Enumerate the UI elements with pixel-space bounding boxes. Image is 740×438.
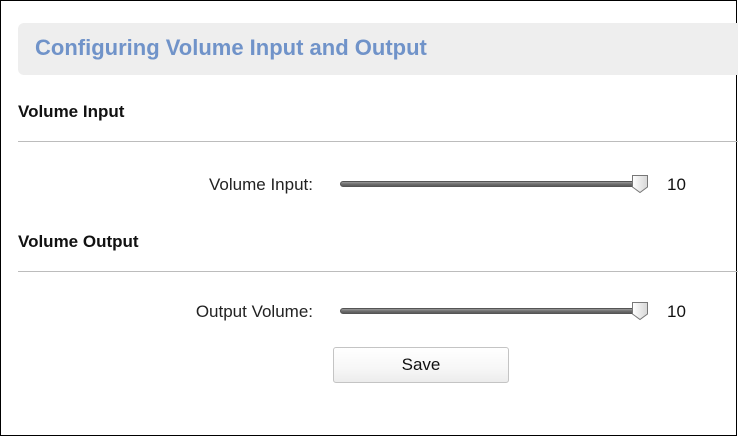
output-volume-label: Output Volume: [195, 302, 313, 321]
slider-track[interactable] [340, 181, 646, 187]
save-button[interactable]: Save [333, 347, 509, 383]
volume-input-slider[interactable] [338, 173, 654, 195]
slider-thumb-icon[interactable] [631, 301, 649, 321]
volume-input-value: 10 [667, 175, 686, 194]
output-volume-slider[interactable] [338, 300, 654, 322]
section-divider [18, 141, 738, 142]
section-title-volume-output: Volume Output [18, 232, 139, 251]
output-volume-value: 10 [667, 302, 686, 321]
slider-track[interactable] [340, 308, 646, 314]
page-header: Configuring Volume Input and Output [18, 23, 738, 75]
volume-input-label: Volume Input: [209, 175, 313, 194]
slider-thumb-icon[interactable] [631, 174, 649, 194]
page-title: Configuring Volume Input and Output [35, 35, 427, 60]
section-title-volume-input: Volume Input [18, 102, 125, 121]
settings-panel: Configuring Volume Input and Output Volu… [0, 0, 738, 436]
section-divider [18, 271, 738, 272]
